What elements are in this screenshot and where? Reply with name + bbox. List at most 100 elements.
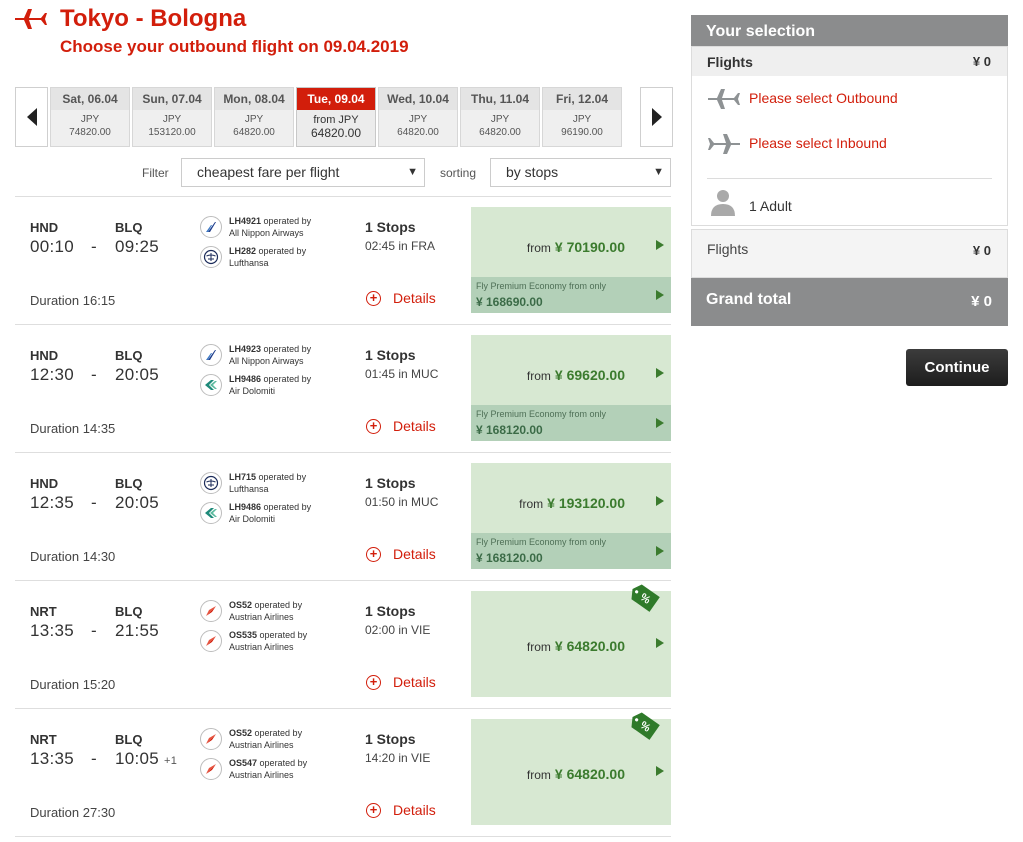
- flight-number: OS535: [229, 630, 258, 640]
- play-arrow-icon: [656, 766, 664, 776]
- date-tile[interactable]: Mon, 08.04 JPY 64820.00: [214, 87, 294, 147]
- flights-subtotal-label: Flights: [707, 241, 749, 257]
- operated-by: operated by: [258, 472, 307, 482]
- destination-airport: BLQ: [115, 476, 143, 491]
- stopover-info: 14:20 in VIE: [365, 751, 431, 765]
- flight-number: LH282: [229, 246, 257, 256]
- fare-price: from ¥ 193120.00: [519, 495, 625, 511]
- flights-value: ¥ 0: [972, 54, 991, 69]
- flight-number: OS52: [229, 728, 253, 738]
- continue-button[interactable]: Continue: [906, 349, 1008, 386]
- date-tile[interactable]: Thu, 11.04 JPY 64820.00: [460, 87, 540, 147]
- details-link[interactable]: + Details: [366, 802, 436, 818]
- page-subtitle: Choose your outbound flight on 09.04.201…: [60, 37, 409, 56]
- date-price: 153120.00: [148, 127, 196, 138]
- details-link[interactable]: + Details: [366, 546, 436, 562]
- date-tile-selected[interactable]: Tue, 09.04 from JPY 64820.00: [296, 87, 376, 147]
- date-currency: JPY: [162, 114, 182, 125]
- operating-carrier: Austrian Airlines: [229, 642, 294, 652]
- origin-airport: NRT: [30, 732, 57, 747]
- arrival-time-value: 09:25: [115, 237, 160, 256]
- details-label: Details: [393, 802, 436, 818]
- filter-label: Filter: [142, 166, 169, 180]
- operating-carrier: Air Dolomiti: [229, 514, 276, 524]
- sidebar-title: Your selection: [691, 15, 1008, 46]
- lufthansa-logo-icon: [200, 246, 222, 268]
- flights-label: Flights: [707, 54, 753, 70]
- premium-amount: ¥ 168120.00: [476, 551, 543, 565]
- operated-by: operated by: [263, 374, 312, 384]
- flight-number: OS52: [229, 600, 253, 610]
- plus-day: +1: [164, 755, 178, 767]
- time-separator: -: [91, 621, 97, 640]
- operating-carrier: Lufthansa: [229, 258, 269, 268]
- details-link[interactable]: + Details: [366, 418, 436, 434]
- page-title: Tokyo - Bologna: [60, 5, 247, 32]
- premium-economy-fare-button[interactable]: Fly Premium Economy from only ¥ 168120.0…: [471, 533, 671, 569]
- date-currency: JPY: [408, 114, 428, 125]
- economy-fare-button[interactable]: from ¥ 64820.00 %: [471, 712, 671, 825]
- operating-carrier: All Nippon Airways: [229, 356, 304, 366]
- date-tile[interactable]: Sun, 07.04 JPY 153120.00: [132, 87, 212, 147]
- details-label: Details: [393, 418, 436, 434]
- arrival-time: 09:25: [115, 237, 164, 257]
- flight-number: OS547: [229, 758, 258, 768]
- select-outbound[interactable]: Please select Outbound: [692, 76, 1007, 121]
- lufthansa-logo-icon: [200, 472, 222, 494]
- stopover-info: 02:45 in FRA: [365, 239, 436, 253]
- economy-fare-button[interactable]: from ¥ 69620.00: [471, 335, 671, 405]
- filter-select-value: cheapest fare per flight: [197, 164, 340, 180]
- date-tile[interactable]: Fri, 12.04 JPY 96190.00: [542, 87, 622, 147]
- departure-time: 12:35: [30, 493, 75, 512]
- date-day: Sun, 07.04: [133, 88, 211, 110]
- departure-time: 13:35: [30, 621, 75, 640]
- economy-fare-button[interactable]: from ¥ 70190.00: [471, 207, 671, 277]
- fare-from-label: from: [519, 497, 544, 511]
- fare-box: from ¥ 70190.00 Fly Premium Economy from …: [471, 207, 671, 313]
- fare-amount: ¥ 193120.00: [547, 495, 625, 511]
- date-price: 96190.00: [561, 127, 603, 138]
- plus-circle-icon: +: [366, 418, 381, 434]
- details-link[interactable]: + Details: [366, 290, 436, 306]
- previous-dates-button[interactable]: [15, 87, 48, 147]
- operated-by: operated by: [254, 728, 303, 738]
- flight-number-line: OS547 operated by: [229, 758, 307, 768]
- next-dates-button[interactable]: [640, 87, 673, 147]
- operated-by: operated by: [263, 216, 312, 226]
- economy-fare-button[interactable]: from ¥ 64820.00 %: [471, 584, 671, 697]
- flight-row: NRT BLQ 13:35 - 21:55 Duration 15:20 OS5…: [15, 581, 671, 709]
- stopover-info: 01:45 in MUC: [365, 367, 439, 381]
- flight-row: HND BLQ 12:35 - 20:05 Duration 14:30 LH7…: [15, 453, 671, 581]
- operating-carrier: Lufthansa: [229, 484, 269, 494]
- passenger-count: 1 Adult: [749, 198, 792, 214]
- origin-airport: HND: [30, 220, 59, 235]
- fare-price: from ¥ 70190.00: [527, 239, 625, 255]
- date-tile[interactable]: Sat, 06.04 JPY 74820.00: [50, 87, 130, 147]
- premium-economy-fare-button[interactable]: Fly Premium Economy from only ¥ 168690.0…: [471, 277, 671, 313]
- fare-price: from ¥ 64820.00: [527, 766, 625, 782]
- sort-select[interactable]: by stops ▼: [490, 158, 671, 187]
- chevron-right-icon: [651, 108, 662, 126]
- date-day: Fri, 12.04: [543, 88, 621, 110]
- details-link[interactable]: + Details: [366, 674, 436, 690]
- caret-down-icon: ▼: [653, 166, 664, 178]
- grand-total-row: Grand total ¥ 0: [691, 278, 1008, 326]
- date-tile[interactable]: Wed, 10.04 JPY 64820.00: [378, 87, 458, 147]
- select-inbound[interactable]: Please select Inbound: [692, 121, 1007, 166]
- economy-fare-button[interactable]: from ¥ 193120.00: [471, 463, 671, 533]
- time-separator: -: [91, 365, 97, 384]
- stops-count: 1 Stops: [365, 475, 416, 491]
- operated-by: operated by: [263, 502, 312, 512]
- flight-row: HND BLQ 12:30 - 20:05 Duration 14:35 LH4…: [15, 325, 671, 453]
- date-price: 64820.00: [233, 127, 275, 138]
- flight-number: LH4923: [229, 344, 262, 354]
- stops-count: 1 Stops: [365, 603, 416, 619]
- premium-economy-fare-button[interactable]: Fly Premium Economy from only ¥ 168120.0…: [471, 405, 671, 441]
- origin-airport: NRT: [30, 604, 57, 619]
- outbound-prompt: Please select Outbound: [749, 90, 898, 106]
- flights-subtotal-value: ¥ 0: [972, 243, 991, 258]
- flight-row: HND BLQ 00:10 - 09:25 Duration 16:15 LH4…: [15, 197, 671, 325]
- filter-select[interactable]: cheapest fare per flight ▼: [181, 158, 425, 187]
- fare-amount: ¥ 64820.00: [554, 766, 625, 782]
- austrian-logo-icon: [200, 630, 222, 652]
